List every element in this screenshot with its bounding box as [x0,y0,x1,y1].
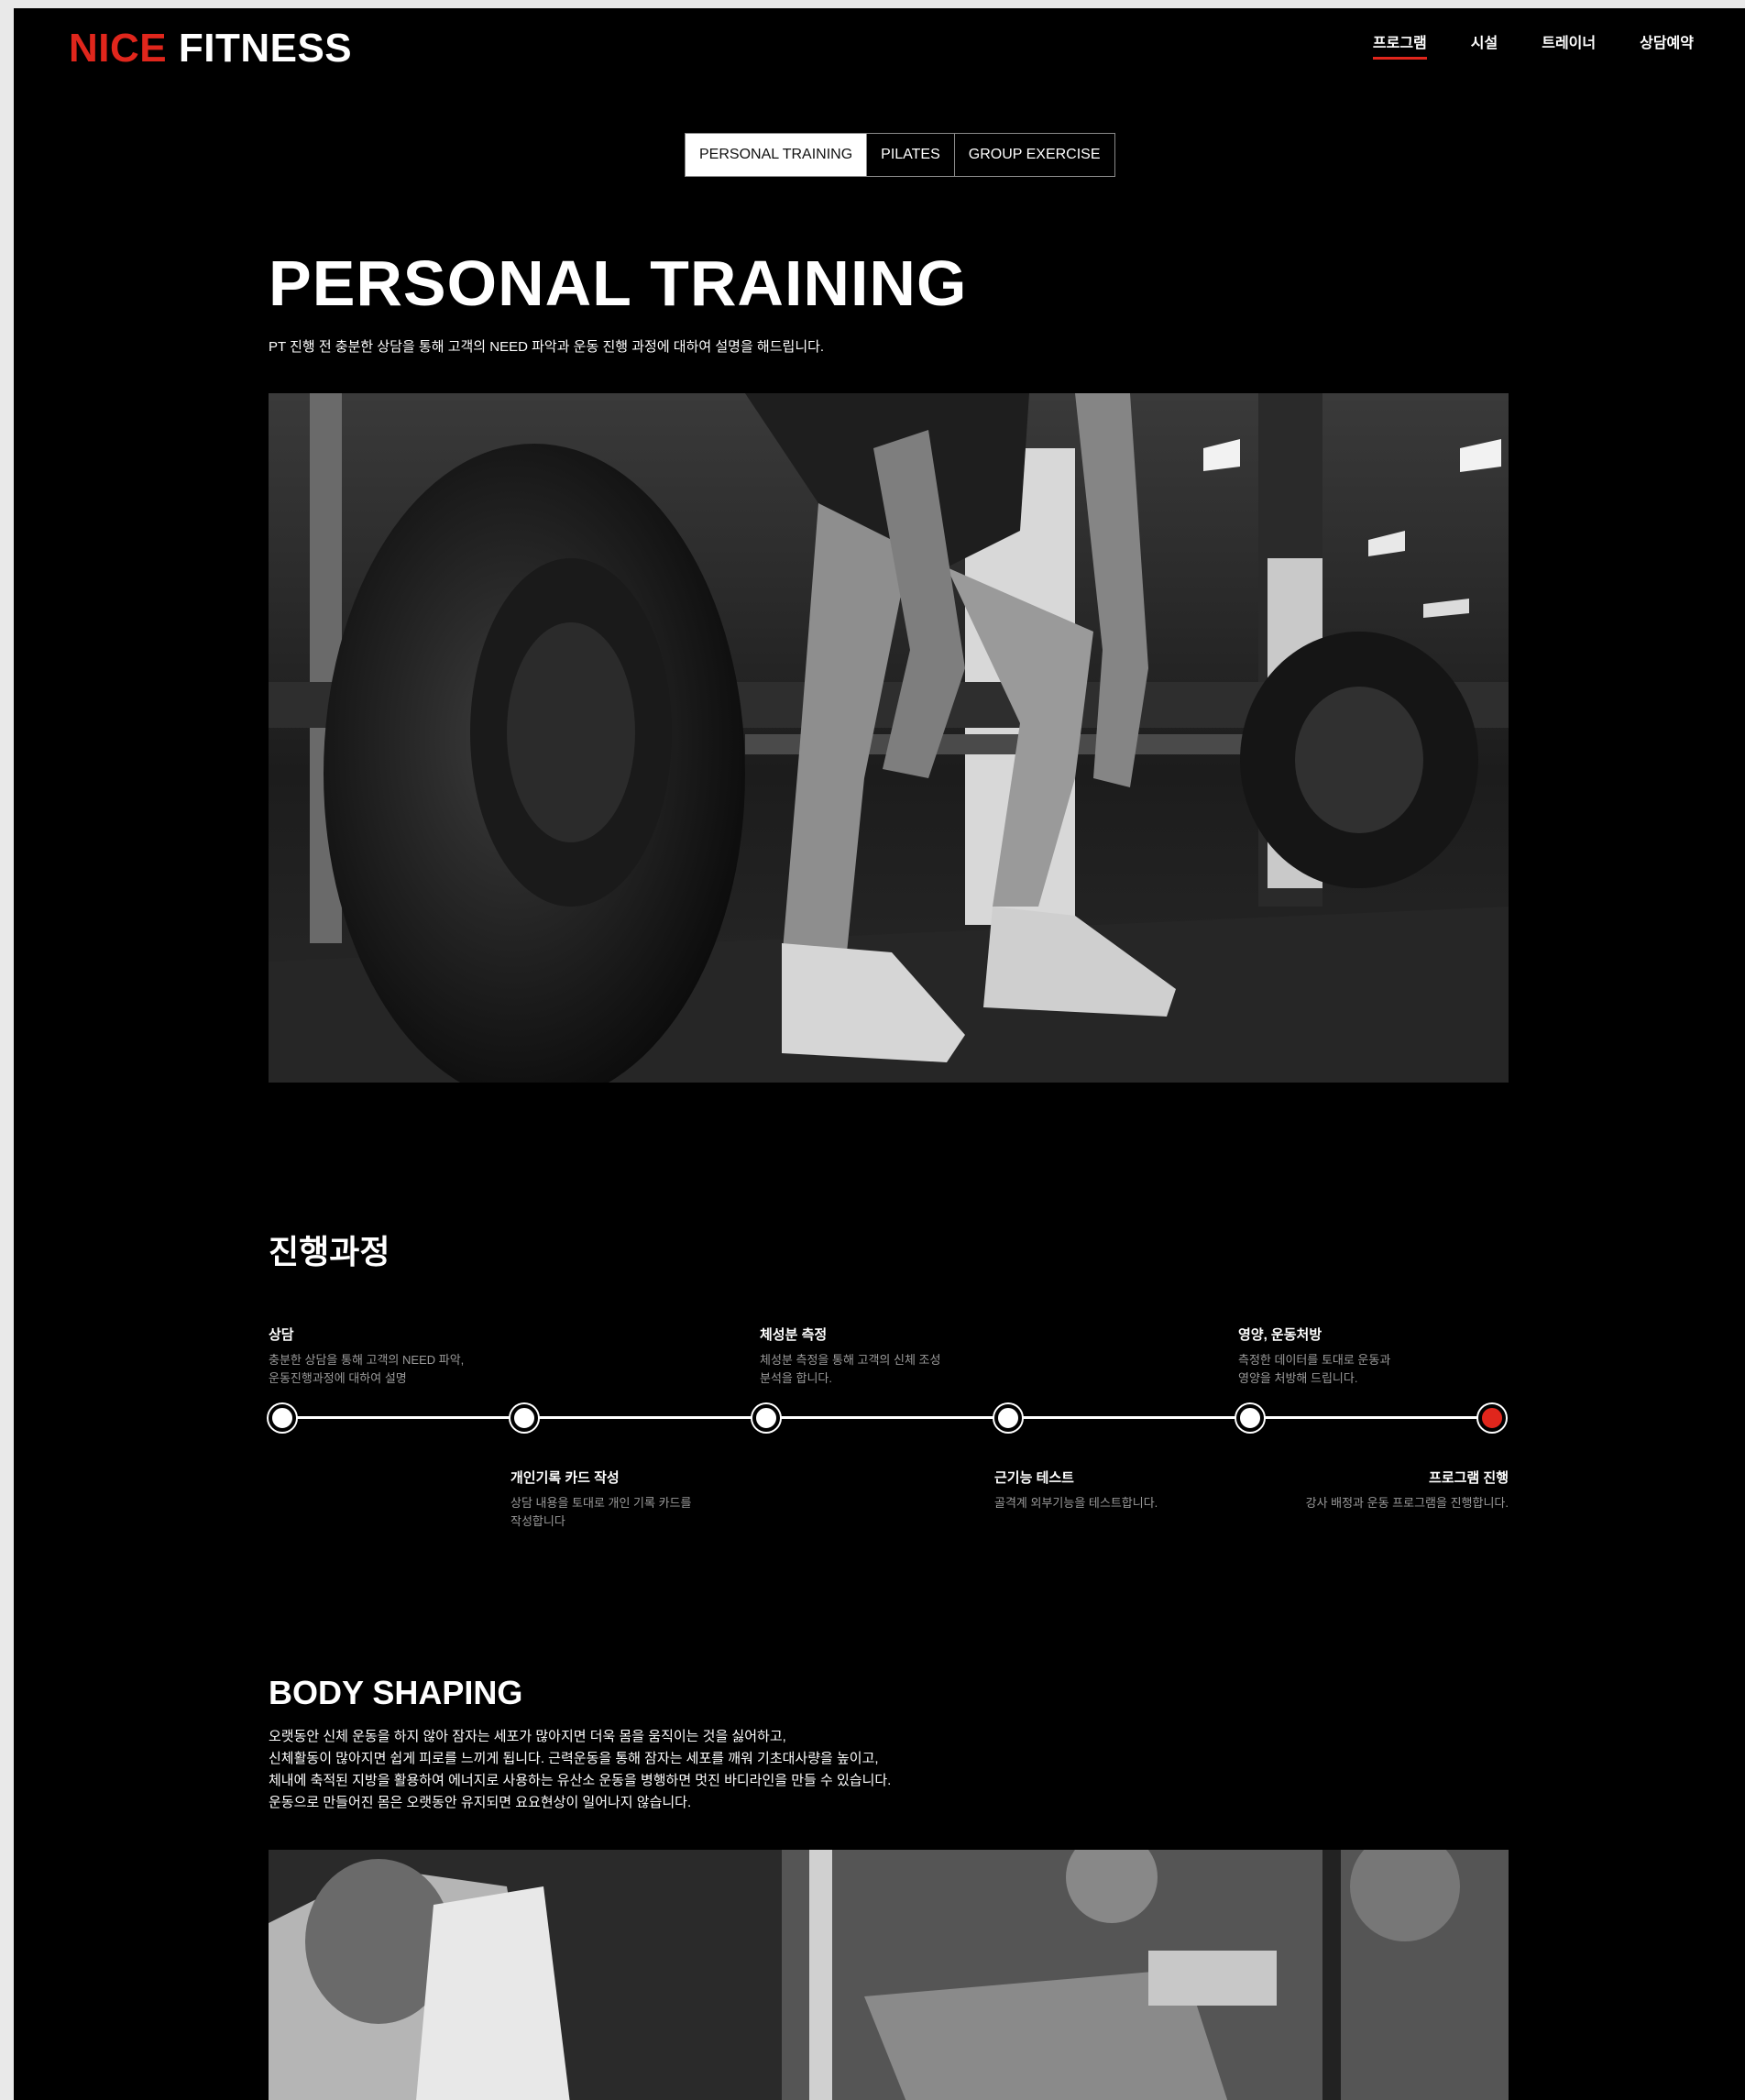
timeline-dot-1 [269,1404,296,1432]
process-step-1: 상담 충분한 상담을 통해 고객의 NEED 파악, 운동진행과정에 대하여 설… [269,1325,488,1388]
body-shaping-photo [269,1850,1509,2100]
body-line: 신체활동이 많아지면 쉽게 피로를 느끼게 됩니다. 근력운동을 통해 잠자는 … [269,1751,879,1766]
step-desc-line: 분석을 합니다. [760,1371,832,1385]
nav-item-facility[interactable]: 시설 [1471,30,1498,60]
timeline-dot-2 [510,1404,538,1432]
tab-personal-training[interactable]: PERSONAL TRAINING [686,134,867,176]
step-desc: 강사 배정과 운동 프로그램을 진행합니다. [1306,1494,1509,1512]
step-desc: 측정한 데이터를 토대로 운동과 영양을 처방해 드립니다. [1238,1351,1458,1388]
nav-item-program[interactable]: 프로그램 [1372,30,1427,60]
timeline-dot-3 [752,1404,780,1432]
page: NICE FITNESS 프로그램 시설 트레이너 상담예약 PERSONAL … [14,8,1745,2100]
step-desc-line: 작성합니다 [510,1514,565,1528]
step-desc-line: 영양을 처방해 드립니다. [1238,1371,1358,1385]
main-nav: 프로그램 시설 트레이너 상담예약 [1372,30,1694,60]
process-title: 진행과정 [269,1233,390,1270]
step-desc: 골격계 외부기능을 테스트합니다. [994,1494,1214,1512]
timeline-dot-5 [1236,1404,1264,1432]
process-step-4: 근기능 테스트 골격계 외부기능을 테스트합니다. [994,1468,1214,1512]
process-step-2: 개인기록 카드 작성 상담 내용을 토대로 개인 기록 카드를 작성합니다 [510,1468,730,1531]
step-name: 영양, 운동처방 [1238,1327,1322,1343]
body-line: 운동으로 만들어진 몸은 오랫동안 유지되면 요요현상이 일어나지 않습니다. [269,1795,692,1810]
step-name: 체성분 측정 [760,1327,828,1343]
step-name: 프로그램 진행 [1429,1470,1509,1486]
step-desc-line: 충분한 상담을 통해 고객의 NEED 파악, [269,1353,465,1367]
step-name: 상담 [269,1327,294,1343]
process-timeline [282,1416,1492,1419]
body-shaping-text: 오랫동안 신체 운동을 하지 않아 잠자는 세포가 많아지면 더욱 몸을 움직이… [269,1726,891,1814]
step-desc-line: 강사 배정과 운동 프로그램을 진행합니다. [1305,1496,1509,1510]
body-line: 오랫동안 신체 운동을 하지 않아 잠자는 세포가 많아지면 더욱 몸을 움직이… [269,1729,786,1744]
body-shaping-title: BODY SHAPING [269,1674,523,1711]
step-desc: 체성분 측정을 통해 고객의 신체 조성 분석을 합니다. [760,1351,980,1388]
page-subtitle: PT 진행 전 충분한 상담을 통해 고객의 NEED 파악과 운동 진행 과정… [269,339,825,355]
brand-accent: NICE [69,26,168,71]
body-line: 체내에 축적된 지방을 활용하여 에너지로 사용하는 유산소 운동을 병행하면 … [269,1773,892,1788]
brand-main: FITNESS [178,26,353,71]
deadlift-photo [269,393,1509,1083]
tab-pilates[interactable]: PILATES [866,134,954,176]
step-desc-line: 체성분 측정을 통해 고객의 신체 조성 [760,1353,941,1367]
step-name: 근기능 테스트 [994,1470,1074,1486]
step-desc-line: 골격계 외부기능을 테스트합니다. [994,1496,1158,1510]
timeline-dot-4 [994,1404,1022,1432]
page-title: PERSONAL TRAINING [269,247,968,319]
step-desc: 상담 내용을 토대로 개인 기록 카드를 작성합니다 [510,1494,730,1531]
tab-group-exercise[interactable]: GROUP EXERCISE [953,134,1114,176]
brand-logo[interactable]: NICE FITNESS [69,21,352,76]
process-step-6: 프로그램 진행 강사 배정과 운동 프로그램을 진행합니다. [1306,1468,1509,1512]
nav-item-trainer[interactable]: 트레이너 [1542,30,1596,60]
process-step-3: 체성분 측정 체성분 측정을 통해 고객의 신체 조성 분석을 합니다. [760,1325,980,1388]
step-desc-line: 운동진행과정에 대하여 설명 [269,1371,407,1385]
process-step-5: 영양, 운동처방 측정한 데이터를 토대로 운동과 영양을 처방해 드립니다. [1238,1325,1458,1388]
step-desc-line: 상담 내용을 토대로 개인 기록 카드를 [510,1496,692,1510]
step-desc-line: 측정한 데이터를 토대로 운동과 [1238,1353,1391,1367]
step-name: 개인기록 카드 작성 [510,1470,620,1486]
timeline-dot-6-current [1478,1404,1506,1432]
program-tabs: PERSONAL TRAINING PILATES GROUP EXERCISE [685,133,1115,177]
step-desc: 충분한 상담을 통해 고객의 NEED 파악, 운동진행과정에 대하여 설명 [269,1351,488,1388]
nav-item-booking[interactable]: 상담예약 [1640,30,1694,60]
